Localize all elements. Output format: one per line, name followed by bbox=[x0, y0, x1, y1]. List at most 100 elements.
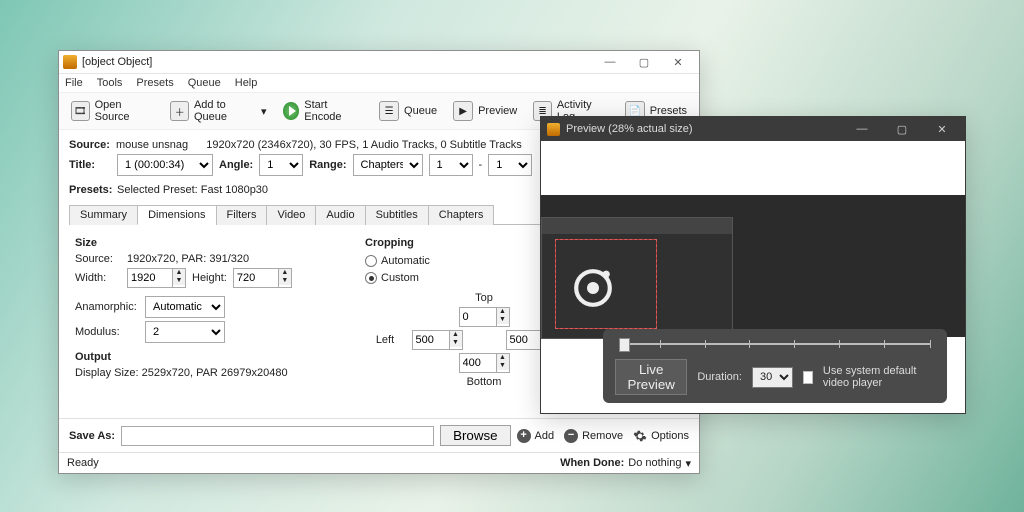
options-button[interactable]: Options bbox=[633, 429, 689, 443]
queue-add-icon: ＋ bbox=[170, 101, 188, 121]
height-input[interactable] bbox=[233, 268, 279, 288]
preview-frame bbox=[541, 195, 965, 337]
crop-bottom-label: Bottom bbox=[467, 376, 502, 388]
preview-seek-slider[interactable] bbox=[615, 337, 935, 351]
film-icon: 🎞 bbox=[71, 101, 90, 121]
preview-control-bar: Live Preview Duration: 30 Use system def… bbox=[603, 329, 947, 403]
chevron-down-icon[interactable]: ▾ bbox=[685, 457, 691, 470]
crop-bottom-input[interactable] bbox=[459, 353, 497, 373]
size-title: Size bbox=[75, 237, 325, 249]
when-done-value[interactable]: Do nothing bbox=[628, 457, 681, 469]
output-title: Output bbox=[75, 351, 325, 363]
tab-subtitles[interactable]: Subtitles bbox=[365, 205, 429, 225]
open-source-button[interactable]: 🎞Open Source bbox=[65, 97, 160, 125]
minimize-button[interactable]: — bbox=[593, 52, 627, 72]
queue-icon: ☰ bbox=[379, 101, 399, 121]
width-input[interactable] bbox=[127, 268, 173, 288]
close-button[interactable]: ✕ bbox=[661, 52, 695, 72]
browse-button[interactable]: Browse bbox=[440, 425, 510, 446]
range-from-select[interactable]: 1 bbox=[429, 154, 473, 176]
handbrake-icon bbox=[63, 55, 77, 69]
presets-value: Selected Preset: Fast 1080p30 bbox=[117, 184, 268, 196]
preview-button[interactable]: ▶Preview bbox=[447, 99, 523, 123]
start-encode-button[interactable]: Start Encode bbox=[277, 97, 369, 125]
tab-video[interactable]: Video bbox=[266, 205, 316, 225]
preview-window: Preview (28% actual size) — ▢ ✕ Live Pre… bbox=[540, 116, 966, 414]
preview-duration-select[interactable]: 30 bbox=[752, 367, 793, 388]
crop-left-label: Left bbox=[376, 334, 394, 346]
add-button[interactable]: +Add bbox=[517, 429, 555, 443]
height-label: Height: bbox=[192, 272, 227, 284]
add-to-queue-button[interactable]: ＋ Add to Queue ▾ bbox=[164, 97, 272, 125]
preview-duration-label: Duration: bbox=[697, 371, 742, 383]
tab-audio[interactable]: Audio bbox=[315, 205, 365, 225]
menu-file[interactable]: File bbox=[65, 77, 83, 89]
width-stepper[interactable]: ▲▼ bbox=[127, 268, 186, 288]
cropping-custom-radio[interactable]: Custom bbox=[365, 272, 419, 284]
maximize-button[interactable]: ▢ bbox=[627, 52, 661, 72]
anamorphic-select[interactable]: Automatic bbox=[145, 296, 225, 318]
angle-select[interactable]: 1 bbox=[259, 154, 303, 176]
crop-bottom-stepper[interactable]: ▲▼ bbox=[459, 353, 510, 373]
crop-right-input[interactable] bbox=[506, 330, 544, 350]
menu-presets[interactable]: Presets bbox=[136, 77, 173, 89]
tab-filters[interactable]: Filters bbox=[216, 205, 268, 225]
minus-icon: − bbox=[564, 429, 578, 443]
live-preview-button[interactable]: Live Preview bbox=[615, 359, 687, 395]
menu-help[interactable]: Help bbox=[235, 77, 258, 89]
slider-thumb[interactable] bbox=[619, 338, 630, 352]
preview-close-button[interactable]: ✕ bbox=[925, 118, 959, 140]
bottom-bar: Save As: Browse +Add −Remove Options bbox=[59, 418, 699, 452]
options-label: Options bbox=[651, 430, 689, 442]
source-info: 1920x720 (2346x720), 30 FPS, 1 Audio Tra… bbox=[206, 139, 522, 151]
queue-button[interactable]: ☰ Queue bbox=[373, 99, 443, 123]
size-source-value: 1920x720, PAR: 391/320 bbox=[127, 253, 249, 265]
queue-label: Queue bbox=[404, 105, 437, 117]
status-bar: Ready When Done: Do nothing ▾ bbox=[59, 452, 699, 473]
preview-label: Preview bbox=[478, 105, 517, 117]
size-source-label: Source: bbox=[75, 253, 121, 265]
remove-button[interactable]: −Remove bbox=[564, 429, 623, 443]
menu-queue[interactable]: Queue bbox=[188, 77, 221, 89]
crop-top-stepper[interactable]: ▲▼ bbox=[459, 307, 510, 327]
preview-titlebar[interactable]: Preview (28% actual size) — ▢ ✕ bbox=[541, 117, 965, 141]
preview-minimize-button[interactable]: — bbox=[845, 118, 879, 140]
open-source-label: Open Source bbox=[95, 99, 155, 123]
title-label: Title: bbox=[69, 159, 111, 171]
chevron-down-icon: ▾ bbox=[261, 105, 267, 118]
width-label: Width: bbox=[75, 272, 121, 284]
use-default-player-checkbox[interactable] bbox=[803, 371, 813, 384]
source-name: mouse unsnag bbox=[116, 139, 188, 151]
menu-tools[interactable]: Tools bbox=[97, 77, 123, 89]
title-select[interactable]: 1 (00:00:34) bbox=[117, 154, 213, 176]
save-as-label: Save As: bbox=[69, 430, 115, 442]
ion-logo-icon bbox=[563, 255, 623, 315]
range-mode-select[interactable]: Chapters bbox=[353, 154, 423, 176]
cropping-custom-label: Custom bbox=[381, 272, 419, 284]
window-title: [object Object] bbox=[82, 56, 593, 68]
crop-left-stepper[interactable]: ▲▼ bbox=[412, 330, 463, 350]
range-to-select[interactable]: 1 bbox=[488, 154, 532, 176]
crop-top-input[interactable] bbox=[459, 307, 497, 327]
cropping-automatic-radio[interactable]: Automatic bbox=[365, 255, 430, 267]
titlebar[interactable]: [object Object] — ▢ ✕ bbox=[59, 51, 699, 74]
play-icon bbox=[283, 102, 300, 120]
range-label: Range: bbox=[309, 159, 346, 171]
add-to-queue-label: Add to Queue bbox=[194, 99, 256, 123]
tab-dimensions[interactable]: Dimensions bbox=[137, 205, 216, 225]
add-label: Add bbox=[535, 430, 555, 442]
use-default-player-label: Use system default video player bbox=[823, 365, 935, 389]
presets-row-label: Presets: bbox=[69, 184, 111, 196]
start-encode-label: Start Encode bbox=[304, 99, 363, 123]
save-as-input[interactable] bbox=[121, 426, 434, 446]
range-dash: - bbox=[479, 159, 483, 171]
tab-chapters[interactable]: Chapters bbox=[428, 205, 495, 225]
cropping-automatic-label: Automatic bbox=[381, 255, 430, 267]
crop-left-input[interactable] bbox=[412, 330, 450, 350]
height-stepper[interactable]: ▲▼ bbox=[233, 268, 292, 288]
modulus-select[interactable]: 2 bbox=[145, 321, 225, 343]
remove-label: Remove bbox=[582, 430, 623, 442]
preview-maximize-button[interactable]: ▢ bbox=[885, 118, 919, 140]
tab-summary[interactable]: Summary bbox=[69, 205, 138, 225]
preview-title: Preview (28% actual size) bbox=[566, 123, 839, 135]
